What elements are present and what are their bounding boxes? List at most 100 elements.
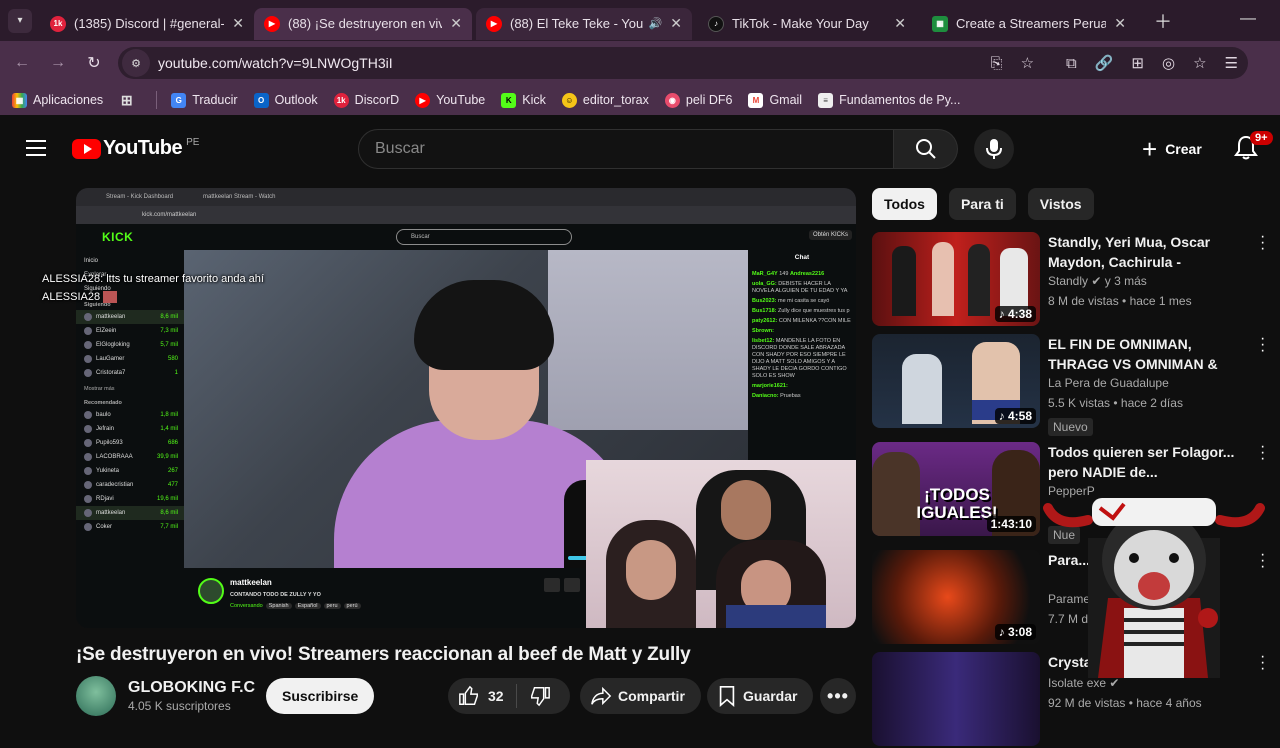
browser-tab-sheets[interactable]: ▦ Create a Streamers Peruanos ✕ (922, 8, 1136, 40)
recommendation-item[interactable]: ♪ 4:38 Standly, Yeri Mua, Oscar Maydon, … (872, 229, 1272, 328)
shorts-icon: ♪ (998, 307, 1005, 321)
back-arrow-icon[interactable]: ← (4, 54, 40, 72)
bookmark-apps[interactable]: ▦ Aplicaciones (12, 92, 103, 108)
extensions-icon[interactable]: ⧉ (1066, 55, 1077, 72)
rec-meta: 5.5 K vistas • hace 2 días (1048, 396, 1183, 410)
speaker-icon[interactable]: 🔊 (649, 17, 663, 30)
site-info-icon[interactable]: ⚙ (122, 49, 150, 77)
video-thumbnail[interactable]: ♪ 3:08 (872, 550, 1040, 644)
kick-follow-row: ElZeein 7,3 mil (76, 324, 184, 338)
more-dots-icon: ••• (827, 685, 849, 706)
video-duration: ♪ 3:08 (994, 624, 1036, 640)
save-button[interactable]: Guardar (707, 678, 814, 714)
close-tab-icon[interactable]: ✕ (670, 15, 682, 32)
translate-page-icon[interactable]: ⊞ (1131, 54, 1144, 72)
browser-tab-teke-teke[interactable]: ▶ (88) El Teke Teke - YouTu 🔊 ✕ (476, 7, 692, 40)
bookmark-separator (156, 91, 158, 109)
reaction-cam (586, 460, 856, 628)
bookmark-youtube[interactable]: ▶ YouTube (415, 92, 485, 108)
more-actions-button[interactable]: ••• (820, 678, 856, 714)
chip-todos[interactable]: Todos (872, 188, 937, 220)
close-tab-icon[interactable]: ✕ (232, 15, 244, 32)
bookmark-traducir[interactable]: G Traducir (171, 92, 238, 108)
bookmark-peli-df6[interactable]: ◉ peli DF6 (664, 92, 732, 108)
video-thumbnail[interactable]: ♪ 4:58 (872, 334, 1040, 428)
hamburger-menu-icon[interactable] (26, 140, 46, 161)
chat-line: Bus1718: Zully dice que muestres tus p (752, 308, 850, 314)
video-player[interactable]: Stream - Kick Dashboard mattkeelan Strea… (76, 188, 856, 628)
rec-menu-icon[interactable]: · · · (1260, 439, 1265, 467)
minimize-window-icon[interactable]: — (1240, 10, 1256, 28)
player-inner-tabs: Stream - Kick Dashboard mattkeelan Strea… (76, 188, 856, 206)
bookmark-star-icon[interactable]: ☆ (1021, 54, 1034, 72)
url-text[interactable]: youtube.com/watch?v=9LNWOgTH3iI (158, 55, 393, 71)
translate-icon: G (171, 92, 187, 108)
youtube-logo[interactable]: YouTube PE (72, 137, 199, 160)
player-inner-url: kick.com/mattkeelan (76, 206, 856, 224)
dislike-button[interactable] (517, 685, 551, 707)
screenshot-icon[interactable]: ◎ (1162, 54, 1175, 72)
kick-rec-row: LACOBRAAA 39,9 mil (76, 450, 184, 464)
microphone-icon (986, 139, 1002, 159)
bookmark-editor-torax[interactable]: ☺ editor_torax (561, 92, 649, 108)
overlay-chat-line: ALESSIA28: ltts tu streamer favorito and… (42, 273, 264, 285)
rec-menu-icon[interactable]: · · · (1260, 229, 1265, 257)
bookmark-fundamentos-py[interactable]: ≡ Fundamentos de Py... (818, 92, 960, 108)
kick-chat: Chat MaR_G4Y 149 Andreas2216 uola_GG: DE… (748, 250, 856, 460)
browser-tab-tiktok[interactable]: ♪ TikTok - Make Your Day ✕ (698, 8, 916, 40)
close-tab-icon[interactable]: ✕ (450, 15, 462, 32)
rec-meta: 8 M de vistas • hace 1 mes (1048, 294, 1192, 308)
bookmark-grid[interactable]: ⊞ (119, 92, 140, 108)
verified-icon: ✔ (1109, 676, 1120, 690)
chip-vistos[interactable]: Vistos (1027, 188, 1094, 220)
tab-search-button[interactable]: ▾ (8, 8, 32, 33)
voice-search-button[interactable] (974, 129, 1014, 169)
rec-title[interactable]: Standly, Yeri Mua, Oscar Maydon, Cachiru… (1048, 232, 1248, 272)
kick-follow-row: ElGlogloking 5,7 mil (76, 338, 184, 352)
notifications-button[interactable]: 9+ (1234, 131, 1273, 166)
rec-menu-icon[interactable]: · · · (1260, 331, 1265, 359)
kick-rec-row: baulo 1,8 mil (76, 408, 184, 422)
address-bar[interactable]: ⚙ youtube.com/watch?v=9LNWOgTH3iI ⎘ ☆ ⧉ … (118, 47, 1248, 79)
like-dislike-group: 32 (448, 678, 570, 714)
like-button[interactable]: 32 (448, 684, 517, 708)
channel-name[interactable]: GLOBOKING F.C (128, 679, 255, 697)
search-button[interactable] (894, 129, 958, 169)
close-tab-icon[interactable]: ✕ (1114, 15, 1126, 32)
subscribe-button[interactable]: Suscribirse (266, 678, 375, 714)
link-icon[interactable]: 🔗 (1095, 54, 1114, 72)
browser-menu-icon[interactable]: ☰ (1225, 54, 1238, 72)
streamer-avatar (198, 578, 224, 604)
video-title: ¡Se destruyeron en vivo! Streamers reacc… (76, 644, 691, 665)
new-tab-icon[interactable]: ＋ (1154, 8, 1172, 34)
bookmarks-bar: ▦ Aplicaciones ⊞ G Traducir O Outlook 1k… (0, 85, 1280, 115)
bookmark-gmail[interactable]: M Gmail (748, 92, 802, 108)
channel-avatar[interactable] (76, 676, 116, 716)
film-icon: ◉ (664, 92, 680, 108)
stream-action-icons (544, 578, 580, 592)
chip-para-ti[interactable]: Para ti (948, 188, 1016, 220)
forward-arrow-icon[interactable]: → (40, 54, 76, 72)
video-thumbnail[interactable]: ¡TODOS IGUALES! 1:43:10 (872, 442, 1040, 536)
create-button[interactable]: + Crear (1130, 129, 1214, 169)
close-tab-icon[interactable]: ✕ (894, 15, 906, 32)
search-input[interactable]: Buscar (358, 129, 894, 169)
browser-tab-youtube-active[interactable]: ▶ (88) ¡Se destruyeron en vivo ✕ (254, 7, 472, 40)
share-button[interactable]: Compartir (580, 678, 701, 714)
chat-line: Bus2023: me mi casita se cayó (752, 298, 830, 304)
bookmark-kick[interactable]: K Kick (501, 92, 546, 108)
plus-icon: + (1142, 133, 1158, 164)
favorites-icon[interactable]: ☆ (1193, 54, 1206, 72)
video-thumbnail[interactable]: ♪ 4:38 (872, 232, 1040, 326)
video-thumbnail[interactable] (872, 652, 1040, 746)
bookmark-outlook[interactable]: O Outlook (253, 92, 318, 108)
address-bar-tools: ⎘ ☆ ⧉ 🔗 ⊞ ◎ ☆ ☰ (991, 47, 1238, 79)
country-code: PE (186, 137, 200, 148)
channel-info[interactable]: GLOBOKING F.C 4.05 K suscriptores (76, 676, 255, 716)
install-app-icon[interactable]: ⎘ (991, 55, 1003, 72)
reload-icon[interactable]: ↻ (76, 53, 112, 73)
browser-tab-discord[interactable]: 1k (1385) Discord | #general- ✕ (40, 8, 254, 40)
bookmark-discord[interactable]: 1k DiscorD (333, 92, 399, 108)
recommendation-item[interactable]: ♪ 4:58 EL FIN DE OMNIMAN, THRAGG VS OMNI… (872, 331, 1272, 436)
rec-title[interactable]: EL FIN DE OMNIMAN, THRAGG VS OMNIMAN & I… (1048, 334, 1248, 374)
